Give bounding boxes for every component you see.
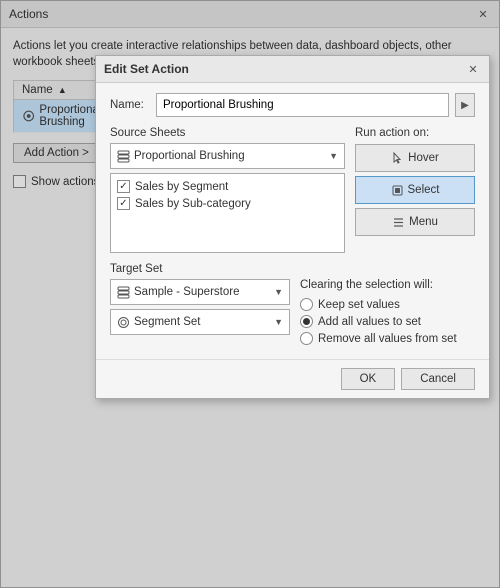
name-arrow-button[interactable]: ▶ bbox=[455, 93, 475, 117]
db-icon bbox=[117, 150, 130, 163]
target-datasource-dropdown[interactable]: Sample - Superstore ▼ bbox=[110, 279, 290, 305]
menu-icon bbox=[392, 216, 405, 229]
radio-keep[interactable]: Keep set values bbox=[300, 296, 475, 313]
target-set-icon bbox=[117, 316, 130, 329]
sheet-item-1[interactable]: Sales by Sub-category bbox=[117, 195, 338, 212]
radio-remove-label: Remove all values from set bbox=[318, 333, 457, 345]
target-set-dropdown[interactable]: Segment Set ▼ bbox=[110, 309, 290, 335]
hover-icon bbox=[391, 152, 404, 165]
sheet-item-0[interactable]: Sales by Segment bbox=[117, 178, 338, 195]
menu-button[interactable]: Menu bbox=[355, 208, 475, 236]
select-icon bbox=[391, 184, 404, 197]
name-input[interactable] bbox=[156, 93, 449, 117]
menu-button-label: Menu bbox=[409, 216, 438, 228]
target-set-section: Target Set Sample - Superstore ▼ bbox=[110, 263, 475, 347]
radio-add[interactable]: Add all values to set bbox=[300, 313, 475, 330]
modal-title: Edit Set Action bbox=[104, 62, 189, 76]
target-right-col: Clearing the selection will: Keep set va… bbox=[300, 279, 475, 347]
radio-add-circle[interactable] bbox=[300, 315, 313, 328]
target-left-col: Sample - Superstore ▼ Segment Set ▼ bbox=[110, 279, 290, 347]
modal-footer: OK Cancel bbox=[96, 359, 489, 398]
run-action-label: Run action on: bbox=[355, 127, 475, 139]
two-col-layout: Source Sheets Proportional Brushing ▼ bbox=[110, 127, 475, 253]
cancel-button[interactable]: Cancel bbox=[401, 368, 475, 390]
target-set-arrow-icon: ▼ bbox=[274, 317, 283, 327]
name-label: Name: bbox=[110, 99, 150, 111]
sheet-label-1: Sales by Sub-category bbox=[135, 198, 251, 210]
name-field-row: Name: ▶ bbox=[110, 93, 475, 117]
sheet-label-0: Sales by Segment bbox=[135, 181, 228, 193]
right-column: Run action on: Hover Select bbox=[355, 127, 475, 253]
radio-remove-circle[interactable] bbox=[300, 332, 313, 345]
ok-button[interactable]: OK bbox=[341, 368, 396, 390]
target-datasource-text: Sample - Superstore bbox=[134, 286, 239, 298]
radio-keep-label: Keep set values bbox=[318, 299, 400, 311]
edit-set-action-modal: Edit Set Action ✕ Name: ▶ Source Sheets bbox=[95, 55, 490, 399]
select-button[interactable]: Select bbox=[355, 176, 475, 204]
select-button-label: Select bbox=[408, 184, 440, 196]
hover-button-label: Hover bbox=[408, 152, 439, 164]
target-db-icon bbox=[117, 286, 130, 299]
source-sheets-label: Source Sheets bbox=[110, 127, 345, 139]
target-datasource-arrow-icon: ▼ bbox=[274, 287, 283, 297]
modal-titlebar: Edit Set Action ✕ bbox=[96, 56, 489, 83]
source-dropdown-text: Proportional Brushing bbox=[134, 150, 245, 162]
radio-add-label: Add all values to set bbox=[318, 316, 421, 328]
clearing-label: Clearing the selection will: bbox=[300, 279, 475, 291]
sheet-checkbox-0[interactable] bbox=[117, 180, 130, 193]
source-dropdown-arrow-icon: ▼ bbox=[329, 151, 338, 161]
modal-body: Name: ▶ Source Sheets Proportional Brush… bbox=[96, 83, 489, 359]
modal-close-button[interactable]: ✕ bbox=[465, 61, 481, 77]
target-set-label: Target Set bbox=[110, 263, 475, 275]
hover-button[interactable]: Hover bbox=[355, 144, 475, 172]
source-dropdown[interactable]: Proportional Brushing ▼ bbox=[110, 143, 345, 169]
radio-remove[interactable]: Remove all values from set bbox=[300, 330, 475, 347]
target-two-col: Sample - Superstore ▼ Segment Set ▼ bbox=[110, 279, 475, 347]
target-set-text: Segment Set bbox=[134, 316, 200, 328]
sheet-checkbox-1[interactable] bbox=[117, 197, 130, 210]
radio-keep-circle[interactable] bbox=[300, 298, 313, 311]
sheet-list: Sales by Segment Sales by Sub-category bbox=[110, 173, 345, 253]
left-column: Source Sheets Proportional Brushing ▼ bbox=[110, 127, 345, 253]
